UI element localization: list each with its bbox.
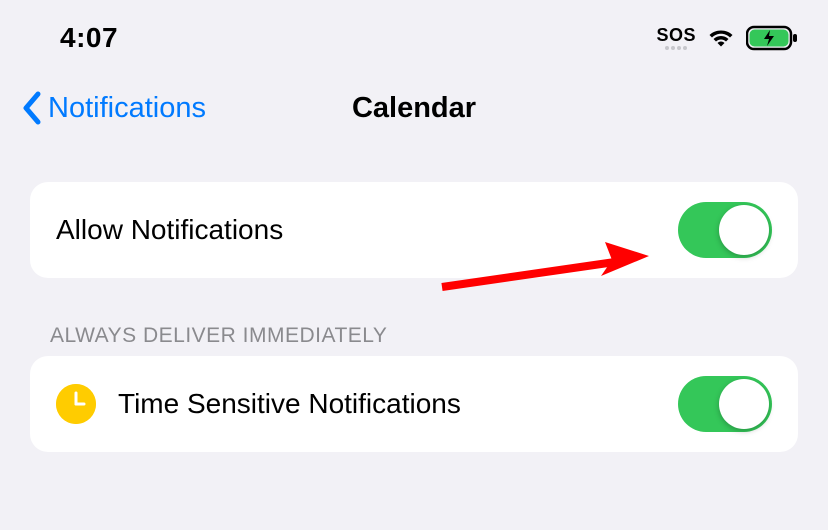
status-time: 4:07 — [60, 22, 118, 54]
navigation-bar: Notifications Calendar — [0, 58, 828, 154]
page-title: Calendar — [352, 92, 476, 125]
back-button[interactable]: Notifications — [20, 90, 206, 126]
settings-group-main: Allow Notifications — [30, 182, 798, 278]
battery-charging-icon — [746, 25, 798, 51]
toggle-knob — [719, 205, 769, 255]
settings-group-time-sensitive: Time Sensitive Notifications — [30, 356, 798, 452]
time-sensitive-toggle[interactable] — [678, 376, 772, 432]
section-header-deliver: ALWAYS DELIVER IMMEDIATELY — [50, 324, 778, 348]
status-right: SOS — [656, 25, 798, 51]
sos-indicator: SOS — [656, 26, 696, 50]
sos-dots — [665, 46, 687, 50]
toggle-knob — [719, 379, 769, 429]
allow-notifications-toggle[interactable] — [678, 202, 772, 258]
wifi-icon — [706, 27, 736, 49]
status-bar: 4:07 SOS — [0, 0, 828, 58]
clock-icon — [56, 384, 96, 424]
chevron-left-icon — [20, 90, 44, 126]
row-left-content: Time Sensitive Notifications — [56, 384, 461, 424]
time-sensitive-label: Time Sensitive Notifications — [118, 388, 461, 420]
sos-label: SOS — [656, 26, 696, 44]
allow-notifications-label: Allow Notifications — [56, 214, 283, 246]
time-sensitive-row: Time Sensitive Notifications — [30, 356, 798, 452]
back-label: Notifications — [48, 92, 206, 125]
allow-notifications-row: Allow Notifications — [30, 182, 798, 278]
